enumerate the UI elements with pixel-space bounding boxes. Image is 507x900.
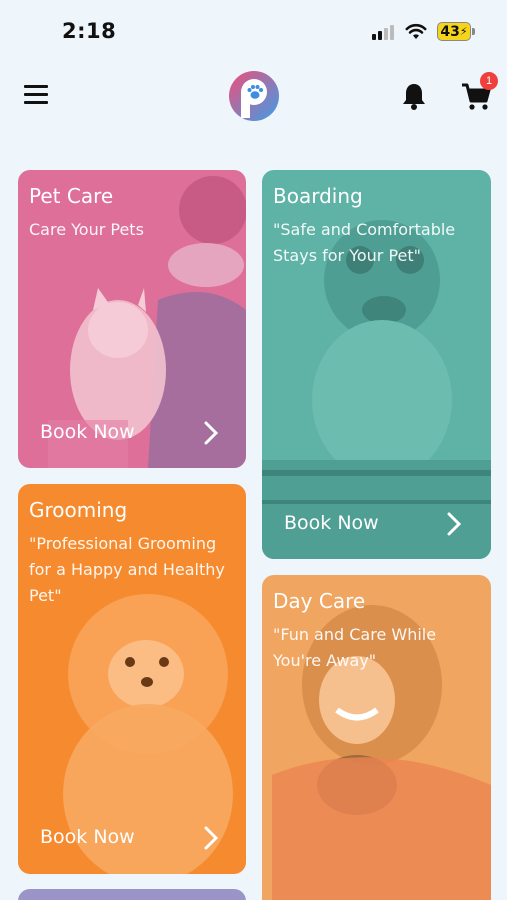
pet-care-card[interactable]: Pet Care Care Your Pets Book Now xyxy=(18,170,246,468)
bell-icon[interactable] xyxy=(401,82,427,110)
menu-icon[interactable] xyxy=(24,85,52,107)
day-care-subtitle: "Fun and Care While You're Away" xyxy=(273,625,437,670)
paw-logo-icon[interactable] xyxy=(228,70,280,122)
battery-icon: 43 ⚡ xyxy=(437,22,471,41)
boarding-card[interactable]: Boarding "Safe and Comfortable Stays for… xyxy=(262,170,491,559)
status-time: 2:18 xyxy=(62,19,117,43)
grooming-title: Grooming xyxy=(29,498,128,522)
status-bar: 2:18 43 ⚡ xyxy=(0,0,507,62)
pet-care-book-now[interactable]: Book Now xyxy=(40,421,135,443)
boarding-subtitle: "Safe and Comfortable Stays for Your Pet… xyxy=(273,220,456,265)
day-care-card[interactable]: Day Care "Fun and Care While You're Away… xyxy=(262,575,491,900)
wifi-icon xyxy=(405,23,427,39)
chevron-right-icon[interactable] xyxy=(202,825,220,851)
pet-care-title: Pet Care xyxy=(29,184,114,208)
cart-count-badge: 1 xyxy=(480,72,498,90)
app-header xyxy=(0,62,507,142)
grooming-book-now[interactable]: Book Now xyxy=(40,826,135,848)
grooming-card[interactable]: Grooming "Professional Grooming for a Ha… xyxy=(18,484,246,874)
next-service-card[interactable] xyxy=(18,889,246,900)
day-care-title: Day Care xyxy=(273,589,366,613)
pet-care-subtitle: Care Your Pets xyxy=(29,220,144,239)
boarding-title: Boarding xyxy=(273,184,363,208)
battery-level: 43 xyxy=(440,23,460,40)
boarding-book-now[interactable]: Book Now xyxy=(284,512,379,534)
signal-icon xyxy=(372,24,398,40)
chevron-right-icon[interactable] xyxy=(445,511,463,537)
grooming-subtitle: "Professional Grooming for a Happy and H… xyxy=(29,534,225,605)
chevron-right-icon[interactable] xyxy=(202,420,220,446)
